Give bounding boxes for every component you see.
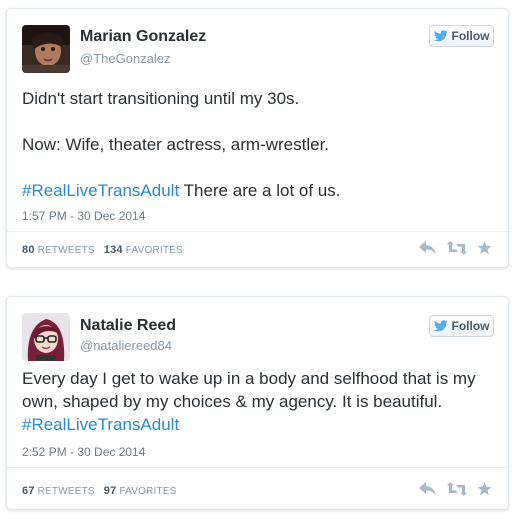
username[interactable]: @TheGonzalez [80, 51, 171, 66]
timestamp[interactable]: 1:57 PM - 30 Dec 2014 [22, 209, 145, 223]
star-icon[interactable] [477, 482, 492, 501]
follow-button[interactable]: Follow [429, 25, 494, 47]
divider [7, 467, 508, 468]
avatar[interactable] [22, 313, 70, 361]
retweet-icon[interactable] [447, 482, 467, 501]
tweet-text-main: Every day I get to wake up in a body and… [22, 369, 476, 411]
tweet-actions [419, 241, 492, 260]
display-name[interactable]: Marian Gonzalez [80, 28, 206, 46]
tweet-text-line: #RealLiveTransAdult There are a lot of u… [22, 179, 492, 202]
tweet-card: Natalie Reed @nataliereed84 Follow Every… [6, 296, 509, 510]
follow-label: Follow [451, 29, 490, 43]
star-icon[interactable] [477, 241, 492, 260]
favorites-number: 134 [103, 244, 123, 256]
favorites-count[interactable]: 134 FAVORITES [103, 244, 183, 256]
favorites-label: FAVORITES [119, 486, 177, 497]
tweet-stats: 80 RETWEETS 134 FAVORITES [22, 244, 189, 256]
twitter-bird-icon [433, 30, 448, 42]
retweets-label: RETWEETS [37, 245, 95, 256]
tweet-card: Marian Gonzalez @TheGonzalez Follow Didn… [6, 8, 509, 268]
tweet-actions [419, 482, 492, 501]
avatar[interactable] [22, 25, 70, 73]
twitter-bird-icon [433, 320, 448, 332]
favorites-label: FAVORITES [125, 245, 183, 256]
retweets-count[interactable]: 67 RETWEETS [22, 485, 95, 497]
display-name[interactable]: Natalie Reed [80, 317, 176, 335]
favorites-number: 97 [103, 485, 117, 497]
follow-label: Follow [451, 319, 490, 333]
retweets-number: 80 [22, 244, 35, 256]
favorites-count[interactable]: 97 FAVORITES [103, 485, 177, 497]
retweets-number: 67 [22, 485, 35, 497]
reply-icon[interactable] [419, 482, 437, 501]
retweet-icon[interactable] [447, 241, 467, 260]
tweet-stats: 67 RETWEETS 97 FAVORITES [22, 485, 183, 497]
hashtag-link[interactable]: #RealLiveTransAdult [22, 415, 179, 434]
tweet-text: Didn't start transitioning until my 30s.… [22, 87, 492, 202]
divider [7, 231, 508, 232]
tweet-text-line: Didn't start transitioning until my 30s. [22, 89, 300, 108]
retweets-label: RETWEETS [37, 486, 95, 497]
reply-icon[interactable] [419, 241, 437, 260]
username[interactable]: @nataliereed84 [80, 338, 172, 353]
timestamp[interactable]: 2:52 PM - 30 Dec 2014 [22, 445, 145, 459]
tweet-text-line: Now: Wife, theater actress, arm-wrestler… [22, 135, 330, 154]
follow-button[interactable]: Follow [429, 315, 494, 337]
tweet-text-tail: There are a lot of us. [179, 181, 341, 200]
tweet-text: Every day I get to wake up in a body and… [22, 367, 492, 436]
hashtag-link[interactable]: #RealLiveTransAdult [22, 181, 179, 200]
retweets-count[interactable]: 80 RETWEETS [22, 244, 95, 256]
